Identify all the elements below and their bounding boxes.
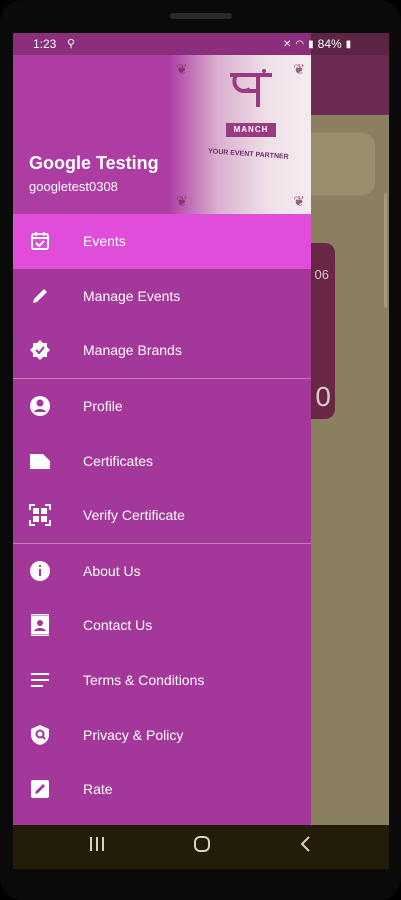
screen: 06 0 1:23 ⚲ ✕ ◠ ▮ 84% ▮ ❦ ❦ ❦ ❦ MANCH YO… bbox=[13, 33, 389, 869]
back-icon[interactable] bbox=[299, 835, 311, 859]
ornament-icon: ❦ bbox=[176, 61, 188, 77]
notification-icon: ⚲ bbox=[67, 38, 76, 50]
drawer-menu: Events Manage Events Manage Brands Profi… bbox=[13, 214, 311, 817]
recent-apps-icon[interactable] bbox=[89, 835, 105, 858]
manch-logo-mark-icon bbox=[230, 69, 272, 107]
background-scrollbar bbox=[384, 193, 387, 308]
home-icon[interactable] bbox=[193, 835, 211, 859]
rate-icon bbox=[29, 778, 51, 800]
user-id: googletest0308 bbox=[29, 179, 118, 194]
ornament-icon: ❦ bbox=[176, 193, 188, 209]
system-navigation-bar bbox=[13, 825, 389, 869]
user-name: Google Testing bbox=[29, 153, 159, 173]
file-icon bbox=[29, 450, 51, 472]
text-lines-icon bbox=[29, 669, 51, 691]
info-icon bbox=[29, 560, 51, 582]
menu-item-rate[interactable]: Rate bbox=[13, 762, 311, 817]
menu-item-label: Profile bbox=[83, 398, 123, 415]
menu-item-label: Privacy & Policy bbox=[83, 726, 184, 743]
menu-item-about-us[interactable]: About Us bbox=[13, 544, 311, 599]
menu-item-label: Rate bbox=[83, 781, 113, 798]
menu-item-label: Events bbox=[83, 233, 126, 250]
phone-frame: 06 0 1:23 ⚲ ✕ ◠ ▮ 84% ▮ ❦ ❦ ❦ ❦ MANCH YO… bbox=[0, 0, 401, 900]
menu-item-verify-certificate[interactable]: Verify Certificate bbox=[13, 488, 311, 543]
manch-logo-text: MANCH bbox=[226, 123, 276, 137]
speaker-grille bbox=[170, 13, 232, 19]
battery-icon: ▮ bbox=[345, 38, 352, 50]
menu-item-label: Manage Brands bbox=[83, 342, 182, 359]
verified-badge-icon bbox=[29, 339, 51, 361]
menu-item-label: About Us bbox=[83, 562, 141, 579]
pencil-icon bbox=[29, 285, 51, 307]
menu-item-manage-events[interactable]: Manage Events bbox=[13, 269, 311, 324]
status-time: 1:23 bbox=[33, 37, 57, 51]
ornament-icon: ❦ bbox=[293, 193, 305, 209]
account-circle-icon bbox=[29, 395, 51, 417]
menu-item-terms-conditions[interactable]: Terms & Conditions bbox=[13, 653, 311, 708]
menu-item-profile[interactable]: Profile bbox=[13, 379, 311, 434]
wifi-icon: ◠ bbox=[295, 38, 305, 50]
privacy-shield-icon bbox=[29, 724, 51, 746]
battery-level: 84% bbox=[317, 37, 342, 51]
background-card-date: 06 bbox=[314, 267, 329, 282]
qr-code-icon bbox=[29, 504, 51, 527]
menu-item-certificates[interactable]: Certificates bbox=[13, 433, 311, 488]
menu-item-label: Contact Us bbox=[83, 617, 153, 634]
ornament-icon: ❦ bbox=[293, 61, 305, 77]
menu-item-privacy-policy[interactable]: Privacy & Policy bbox=[13, 707, 311, 762]
navigation-drawer: ❦ ❦ ❦ ❦ MANCH YOUR EVENT PARTNER Google … bbox=[13, 55, 311, 825]
status-indicators: ✕ ◠ ▮ 84% ▮ bbox=[283, 37, 351, 51]
drawer-header: ❦ ❦ ❦ ❦ MANCH YOUR EVENT PARTNER Google … bbox=[13, 55, 311, 214]
status-bar: 1:23 ⚲ bbox=[13, 33, 311, 55]
menu-item-label: Terms & Conditions bbox=[83, 672, 205, 689]
signal-icon: ▮ bbox=[308, 38, 314, 50]
menu-item-events[interactable]: Events bbox=[13, 214, 311, 269]
contact-card-icon bbox=[29, 614, 51, 637]
manch-tagline: YOUR EVENT PARTNER bbox=[207, 148, 289, 161]
calendar-check-icon bbox=[29, 230, 51, 252]
menu-item-contact-us[interactable]: Contact Us bbox=[13, 598, 311, 653]
menu-item-label: Verify Certificate bbox=[83, 507, 185, 524]
menu-item-label: Manage Events bbox=[83, 287, 181, 304]
manch-logo: ❦ ❦ ❦ ❦ MANCH YOUR EVENT PARTNER bbox=[168, 55, 311, 214]
menu-item-manage-brands[interactable]: Manage Brands bbox=[13, 323, 311, 378]
mute-icon: ✕ bbox=[283, 38, 292, 50]
background-card-number: 0 bbox=[315, 381, 331, 412]
menu-item-label: Certificates bbox=[83, 452, 154, 469]
